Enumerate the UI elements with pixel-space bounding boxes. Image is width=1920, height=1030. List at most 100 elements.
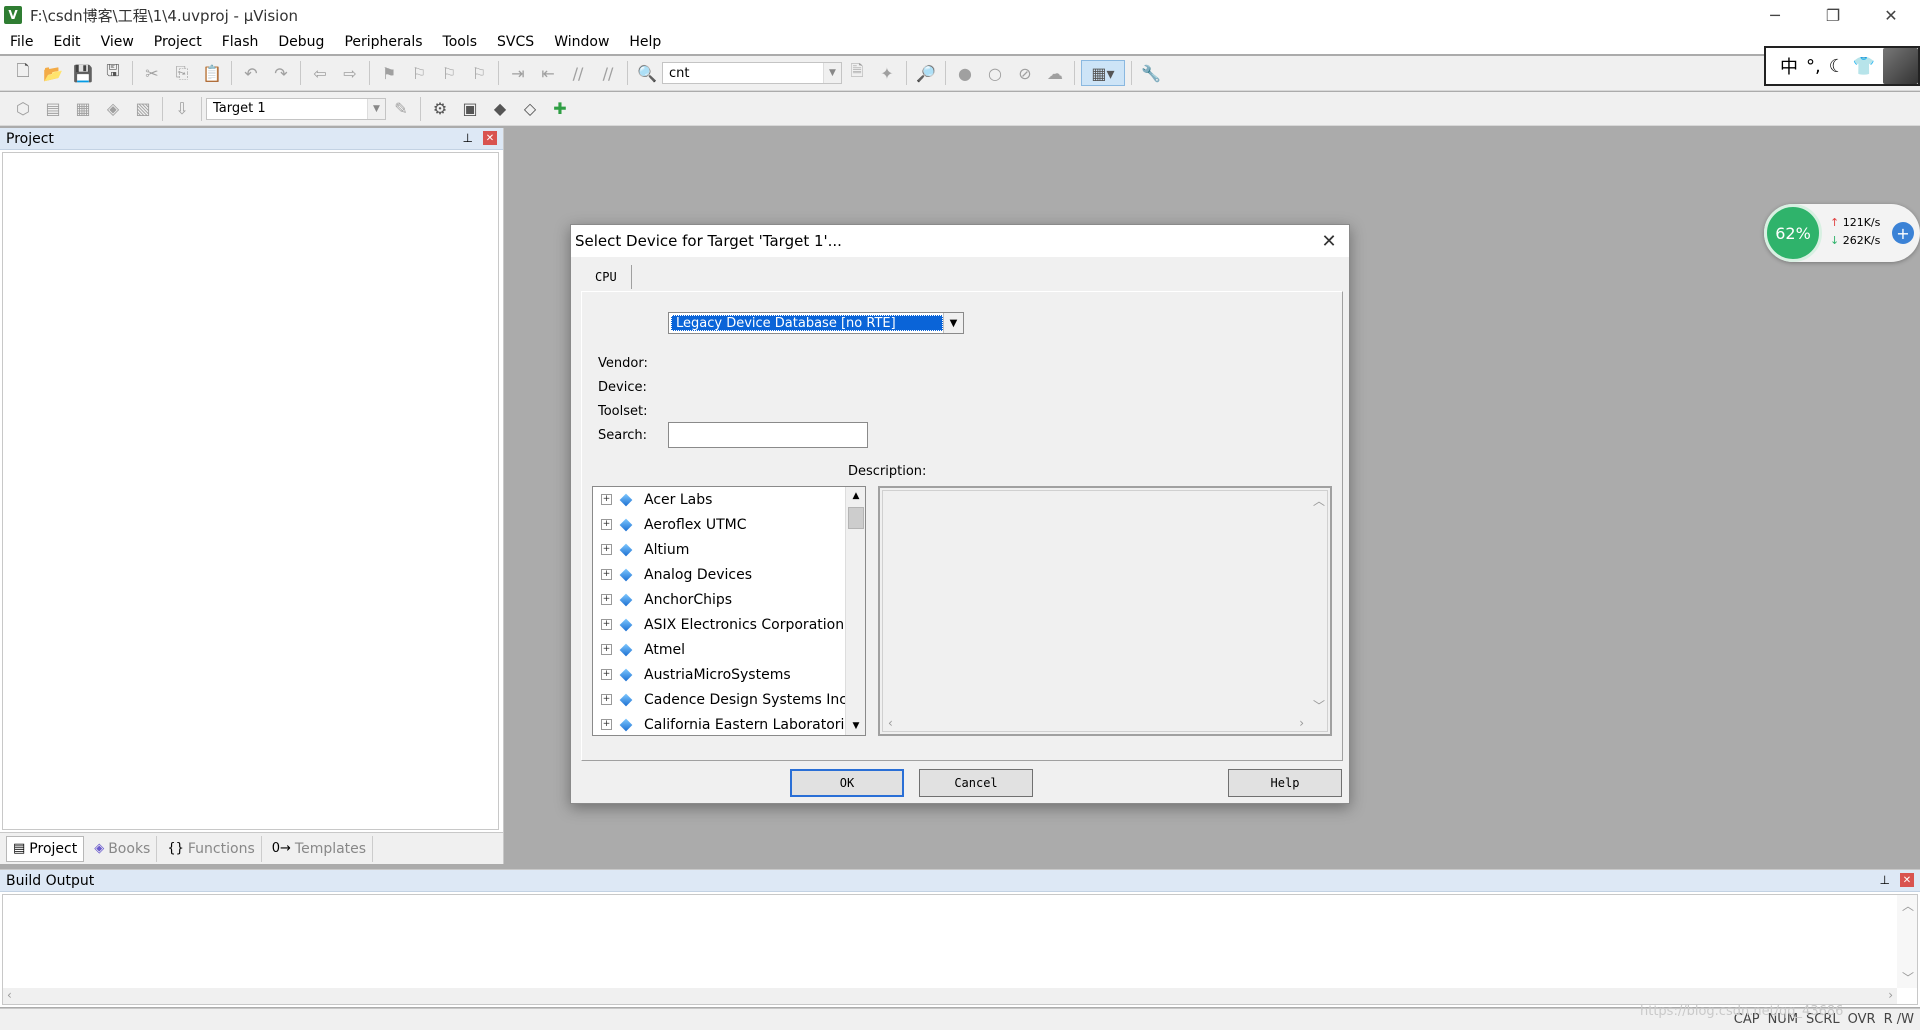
disable-all-breakpoints-icon[interactable]: ⊘ [1012,60,1038,86]
close-icon[interactable]: ✕ [1900,873,1914,887]
uncomment-icon[interactable]: // [595,60,621,86]
comment-icon[interactable]: // [565,60,591,86]
scroll-left-icon[interactable]: ‹ [888,716,893,730]
translate-icon[interactable]: ⬡ [10,96,36,122]
vertical-scrollbar[interactable]: ︿ ﹀ [1310,490,1328,716]
chevron-down-icon[interactable]: ▼ [823,63,841,83]
tab-cpu[interactable]: CPU [581,265,632,289]
menu-file[interactable]: File [0,34,43,50]
list-item[interactable]: + ASIX Electronics Corporation [593,612,845,637]
vendor-tree[interactable]: + Acer Labs + Aeroflex UTMC + Altium + Analo… [592,486,866,736]
build-output-text[interactable]: ︿ ﹀ ‹ › [2,894,1918,1005]
find-combo[interactable]: cnt ▼ [662,62,842,84]
list-item[interactable]: + AnchorChips [593,587,845,612]
redo-icon[interactable]: ↷ [268,60,294,86]
list-item[interactable]: + Analog Devices [593,562,845,587]
configure-wrench-icon[interactable]: 🔧 [1138,60,1164,86]
navigate-back-icon[interactable]: ⇦ [307,60,333,86]
chevron-down-icon[interactable]: ▼ [367,98,385,119]
cancel-button[interactable]: Cancel [919,769,1033,797]
disable-breakpoint-icon[interactable]: ○ [982,60,1008,86]
kill-all-breakpoints-icon[interactable]: ☁ [1042,60,1068,86]
build-icon[interactable]: ▤ [40,96,66,122]
close-window-button[interactable]: ✕ [1862,0,1920,30]
menu-project[interactable]: Project [144,34,212,50]
list-item[interactable]: + Altium [593,537,845,562]
menu-edit[interactable]: Edit [43,34,90,50]
chevron-down-icon[interactable]: ▼ [943,313,963,333]
scroll-thumb[interactable] [848,507,864,529]
scroll-up-icon[interactable]: ︿ [1902,897,1914,914]
tab-functions[interactable]: {} Functions [161,835,262,862]
expand-icon[interactable]: + [601,594,612,605]
menu-flash[interactable]: Flash [212,34,269,50]
scroll-up-icon[interactable]: ▲ [846,487,865,505]
horizontal-scrollbar[interactable]: ‹ › [3,988,1897,1004]
scroll-left-icon[interactable]: ‹ [7,988,12,1002]
next-bookmark-icon[interactable]: ⚐ [436,60,462,86]
list-item[interactable]: + Acer Labs [593,487,845,512]
close-icon[interactable]: ✕ [483,131,497,145]
find-in-files-icon[interactable]: 🔍 [634,60,660,86]
unindent-icon[interactable]: ⇤ [535,60,561,86]
plus-icon[interactable]: + [1892,222,1914,244]
project-tree-area[interactable] [2,152,499,830]
vertical-scrollbar[interactable]: ▲ ▼ [845,487,865,735]
navigate-forward-icon[interactable]: ⇨ [337,60,363,86]
ime-moon-icon[interactable]: ☾ [1829,56,1845,77]
memory-usage-percent[interactable]: 62% [1764,204,1822,262]
incremental-find-icon[interactable]: ✦ [874,60,900,86]
select-packs-icon[interactable]: ◆ [487,96,513,122]
save-all-icon[interactable]: 🖫 [100,60,126,86]
list-item[interactable]: + Aeroflex UTMC [593,512,845,537]
find-icon[interactable]: 🗎 [844,60,870,86]
save-icon[interactable]: 💾 [70,60,96,86]
prev-bookmark-icon[interactable]: ⚐ [406,60,432,86]
menu-view[interactable]: View [91,34,144,50]
close-icon[interactable]: ✕ [1317,229,1341,253]
target-options-icon[interactable]: ✎ [388,96,414,122]
pin-icon[interactable]: ⊥ [463,131,473,145]
search-input[interactable] [668,422,868,448]
stop-build-icon[interactable]: ▧ [130,96,156,122]
insert-breakpoint-icon[interactable]: ● [952,60,978,86]
ime-punctuation-icon[interactable]: °, [1806,56,1821,77]
copy-icon[interactable]: ⎘ [169,60,195,86]
expand-icon[interactable]: + [601,719,612,730]
ime-skin-icon[interactable]: 👕 [1853,56,1875,77]
ok-button[interactable]: OK [790,769,904,797]
network-speed-widget[interactable]: 62% 121K/s 262K/s + [1764,204,1920,262]
expand-icon[interactable]: + [601,569,612,580]
scroll-right-icon[interactable]: › [1888,988,1893,1002]
menu-tools[interactable]: Tools [433,34,488,50]
manage-project-items-icon[interactable]: ▣ [457,96,483,122]
menu-help[interactable]: Help [619,34,671,50]
help-button[interactable]: Help [1228,769,1342,797]
debug-session-icon[interactable]: 🔎 [913,60,939,86]
list-item[interactable]: + AustriaMicroSystems [593,662,845,687]
window-layout-icon[interactable]: ▦▾ [1081,60,1125,86]
pin-icon[interactable]: ⊥ [1880,873,1890,887]
description-box[interactable]: ︿ ﹀ ‹ › [878,486,1332,736]
indent-icon[interactable]: ⇥ [505,60,531,86]
manage-rte-icon[interactable]: ✚ [547,96,573,122]
undo-icon[interactable]: ↶ [238,60,264,86]
tab-templates[interactable]: 0→ Templates [266,835,374,862]
vertical-scrollbar[interactable]: ︿ ﹀ [1897,895,1917,988]
scroll-down-icon[interactable]: ▼ [846,717,865,735]
expand-icon[interactable]: + [601,519,612,530]
expand-icon[interactable]: + [601,544,612,555]
scroll-down-icon[interactable]: ﹀ [1313,697,1325,714]
new-file-icon[interactable]: 🗋 [10,60,36,86]
open-folder-icon[interactable]: 📂 [40,60,66,86]
tab-project[interactable]: ▤ Project [6,835,85,862]
scroll-down-icon[interactable]: ﹀ [1902,969,1914,986]
list-item[interactable]: + Atmel [593,637,845,662]
tab-books[interactable]: ◈ Books [88,835,158,862]
ime-language[interactable]: 中 [1780,53,1798,79]
minimize-button[interactable]: ─ [1746,0,1804,30]
horizontal-scrollbar[interactable]: ‹ › [882,716,1310,732]
file-extensions-icon[interactable]: ⚙ [427,96,453,122]
avatar[interactable] [1883,48,1918,84]
clear-bookmarks-icon[interactable]: ⚐ [466,60,492,86]
